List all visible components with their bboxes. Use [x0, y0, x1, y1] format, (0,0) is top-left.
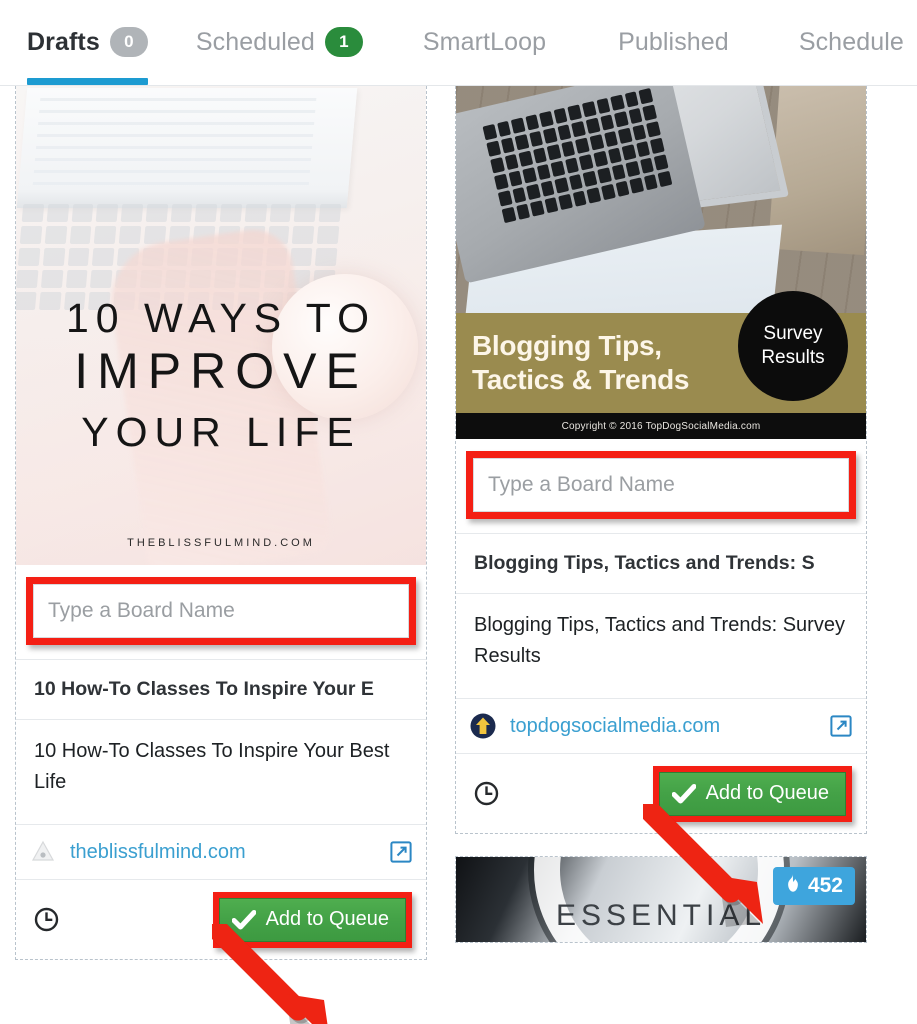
add-to-queue-label-left: Add to Queue [265, 908, 389, 930]
tab-published-label: Published [618, 27, 729, 56]
draft-card-topdogsocialmedia: Blogging Tips, Tactics & Trends Survey R… [455, 86, 867, 834]
repin-count-value: 452 [807, 874, 843, 897]
pin-image-essential[interactable]: ESSENTIAL 452 [456, 857, 866, 942]
pin-text-line1: 10 WAYS TO [65, 295, 376, 341]
tab-drafts[interactable]: Drafts 0 [27, 18, 148, 85]
add-to-queue-highlight-left: Add to Queue [212, 891, 412, 948]
tab-smartloop-label: SmartLoop [422, 27, 547, 56]
pin-text-line3: YOUR LIFE [81, 409, 361, 455]
pin-band-line2: Tactics & Trends [472, 364, 690, 395]
board-name-input-right[interactable] [473, 458, 849, 512]
tab-smartloop[interactable]: SmartLoop [423, 18, 546, 66]
external-link-icon-right[interactable] [830, 715, 852, 737]
draft-description-right[interactable]: Blogging Tips, Tactics and Trends: Surve… [456, 593, 866, 698]
pin-watermark: THEBLISSFULMIND.COM [127, 537, 315, 549]
repin-count-badge: 452 [772, 867, 855, 905]
draft-link-row-left: theblissfulmind.com [16, 824, 426, 879]
pin-image-topdogsocialmedia[interactable]: Blogging Tips, Tactics & Trends Survey R… [456, 86, 866, 439]
drafts-board: 10 WAYS TO IMPROVE YOUR LIFE THEBLISSFUL… [0, 86, 917, 1024]
pin-band-text: Blogging Tips, Tactics & Trends [456, 329, 690, 397]
tab-drafts-badge: 0 [109, 27, 148, 57]
tab-schedule[interactable]: Schedule [799, 18, 904, 66]
schedule-clock-icon-left[interactable] [34, 907, 59, 932]
tab-schedule-label: Schedule [798, 27, 904, 56]
draft-card-blissfulmind: 10 WAYS TO IMPROVE YOUR LIFE THEBLISSFUL… [15, 86, 427, 960]
active-tab-underline [27, 78, 148, 85]
tab-scheduled-label: Scheduled [195, 27, 315, 56]
draft-link-left[interactable]: theblissfulmind.com [70, 841, 376, 864]
topdogsocialmedia-favicon-icon [470, 713, 496, 739]
draft-footer-left: Add to Queue [16, 879, 426, 959]
tab-drafts-label: Drafts [27, 27, 100, 56]
board-name-highlight-left [26, 577, 416, 645]
checkmark-icon-left [231, 909, 257, 930]
draft-link-right[interactable]: topdogsocialmedia.com [510, 715, 816, 738]
draft-link-row-right: topdogsocialmedia.com [456, 698, 866, 753]
pin-text-line2: IMPROVE [74, 343, 368, 399]
survey-badge-line1: Survey [763, 323, 823, 345]
board-name-section-left [16, 565, 426, 659]
pin-image-blissfulmind[interactable]: 10 WAYS TO IMPROVE YOUR LIFE THEBLISSFUL… [16, 86, 426, 565]
schedule-clock-icon-right[interactable] [474, 781, 499, 806]
flame-icon [785, 873, 801, 899]
board-name-input-left[interactable] [33, 584, 409, 638]
survey-results-badge: Survey Results [738, 291, 848, 401]
tab-scheduled-badge: 1 [324, 27, 363, 57]
checkmark-icon-right [671, 783, 697, 804]
laptop-screen-decoration [16, 88, 358, 208]
add-to-queue-label-right: Add to Queue [705, 782, 829, 804]
tab-published[interactable]: Published [618, 18, 729, 66]
pin-overlay-text: 10 WAYS TO IMPROVE YOUR LIFE [16, 298, 426, 462]
external-link-icon-left[interactable] [390, 841, 412, 863]
add-to-queue-highlight-right: Add to Queue [652, 765, 852, 822]
board-name-highlight-right [466, 451, 856, 519]
draft-description-left[interactable]: 10 How-To Classes To Inspire Your Best L… [16, 719, 426, 824]
drafts-tabbar: Drafts 0 Scheduled 1 SmartLoop Published… [0, 0, 917, 86]
draft-footer-right: Add to Queue [456, 753, 866, 833]
board-name-section-right [456, 439, 866, 533]
column-left: 10 WAYS TO IMPROVE YOUR LIFE THEBLISSFUL… [15, 86, 427, 982]
survey-badge-line2: Results [761, 347, 825, 368]
blissfulmind-favicon-icon [30, 839, 56, 865]
add-to-queue-button-right[interactable]: Add to Queue [658, 771, 846, 816]
pin-band-line1: Blogging Tips, [472, 329, 662, 361]
add-to-queue-button-left[interactable]: Add to Queue [218, 897, 406, 942]
pin-copyright: Copyright © 2016 TopDogSocialMedia.com [456, 413, 866, 439]
draft-card-essential: ESSENTIAL 452 [455, 856, 867, 943]
draft-title-right: Blogging Tips, Tactics and Trends: S [456, 533, 866, 593]
draft-title-left: 10 How-To Classes To Inspire Your E [16, 659, 426, 719]
column-right: Blogging Tips, Tactics & Trends Survey R… [455, 86, 867, 965]
tab-scheduled[interactable]: Scheduled 1 [196, 18, 363, 66]
